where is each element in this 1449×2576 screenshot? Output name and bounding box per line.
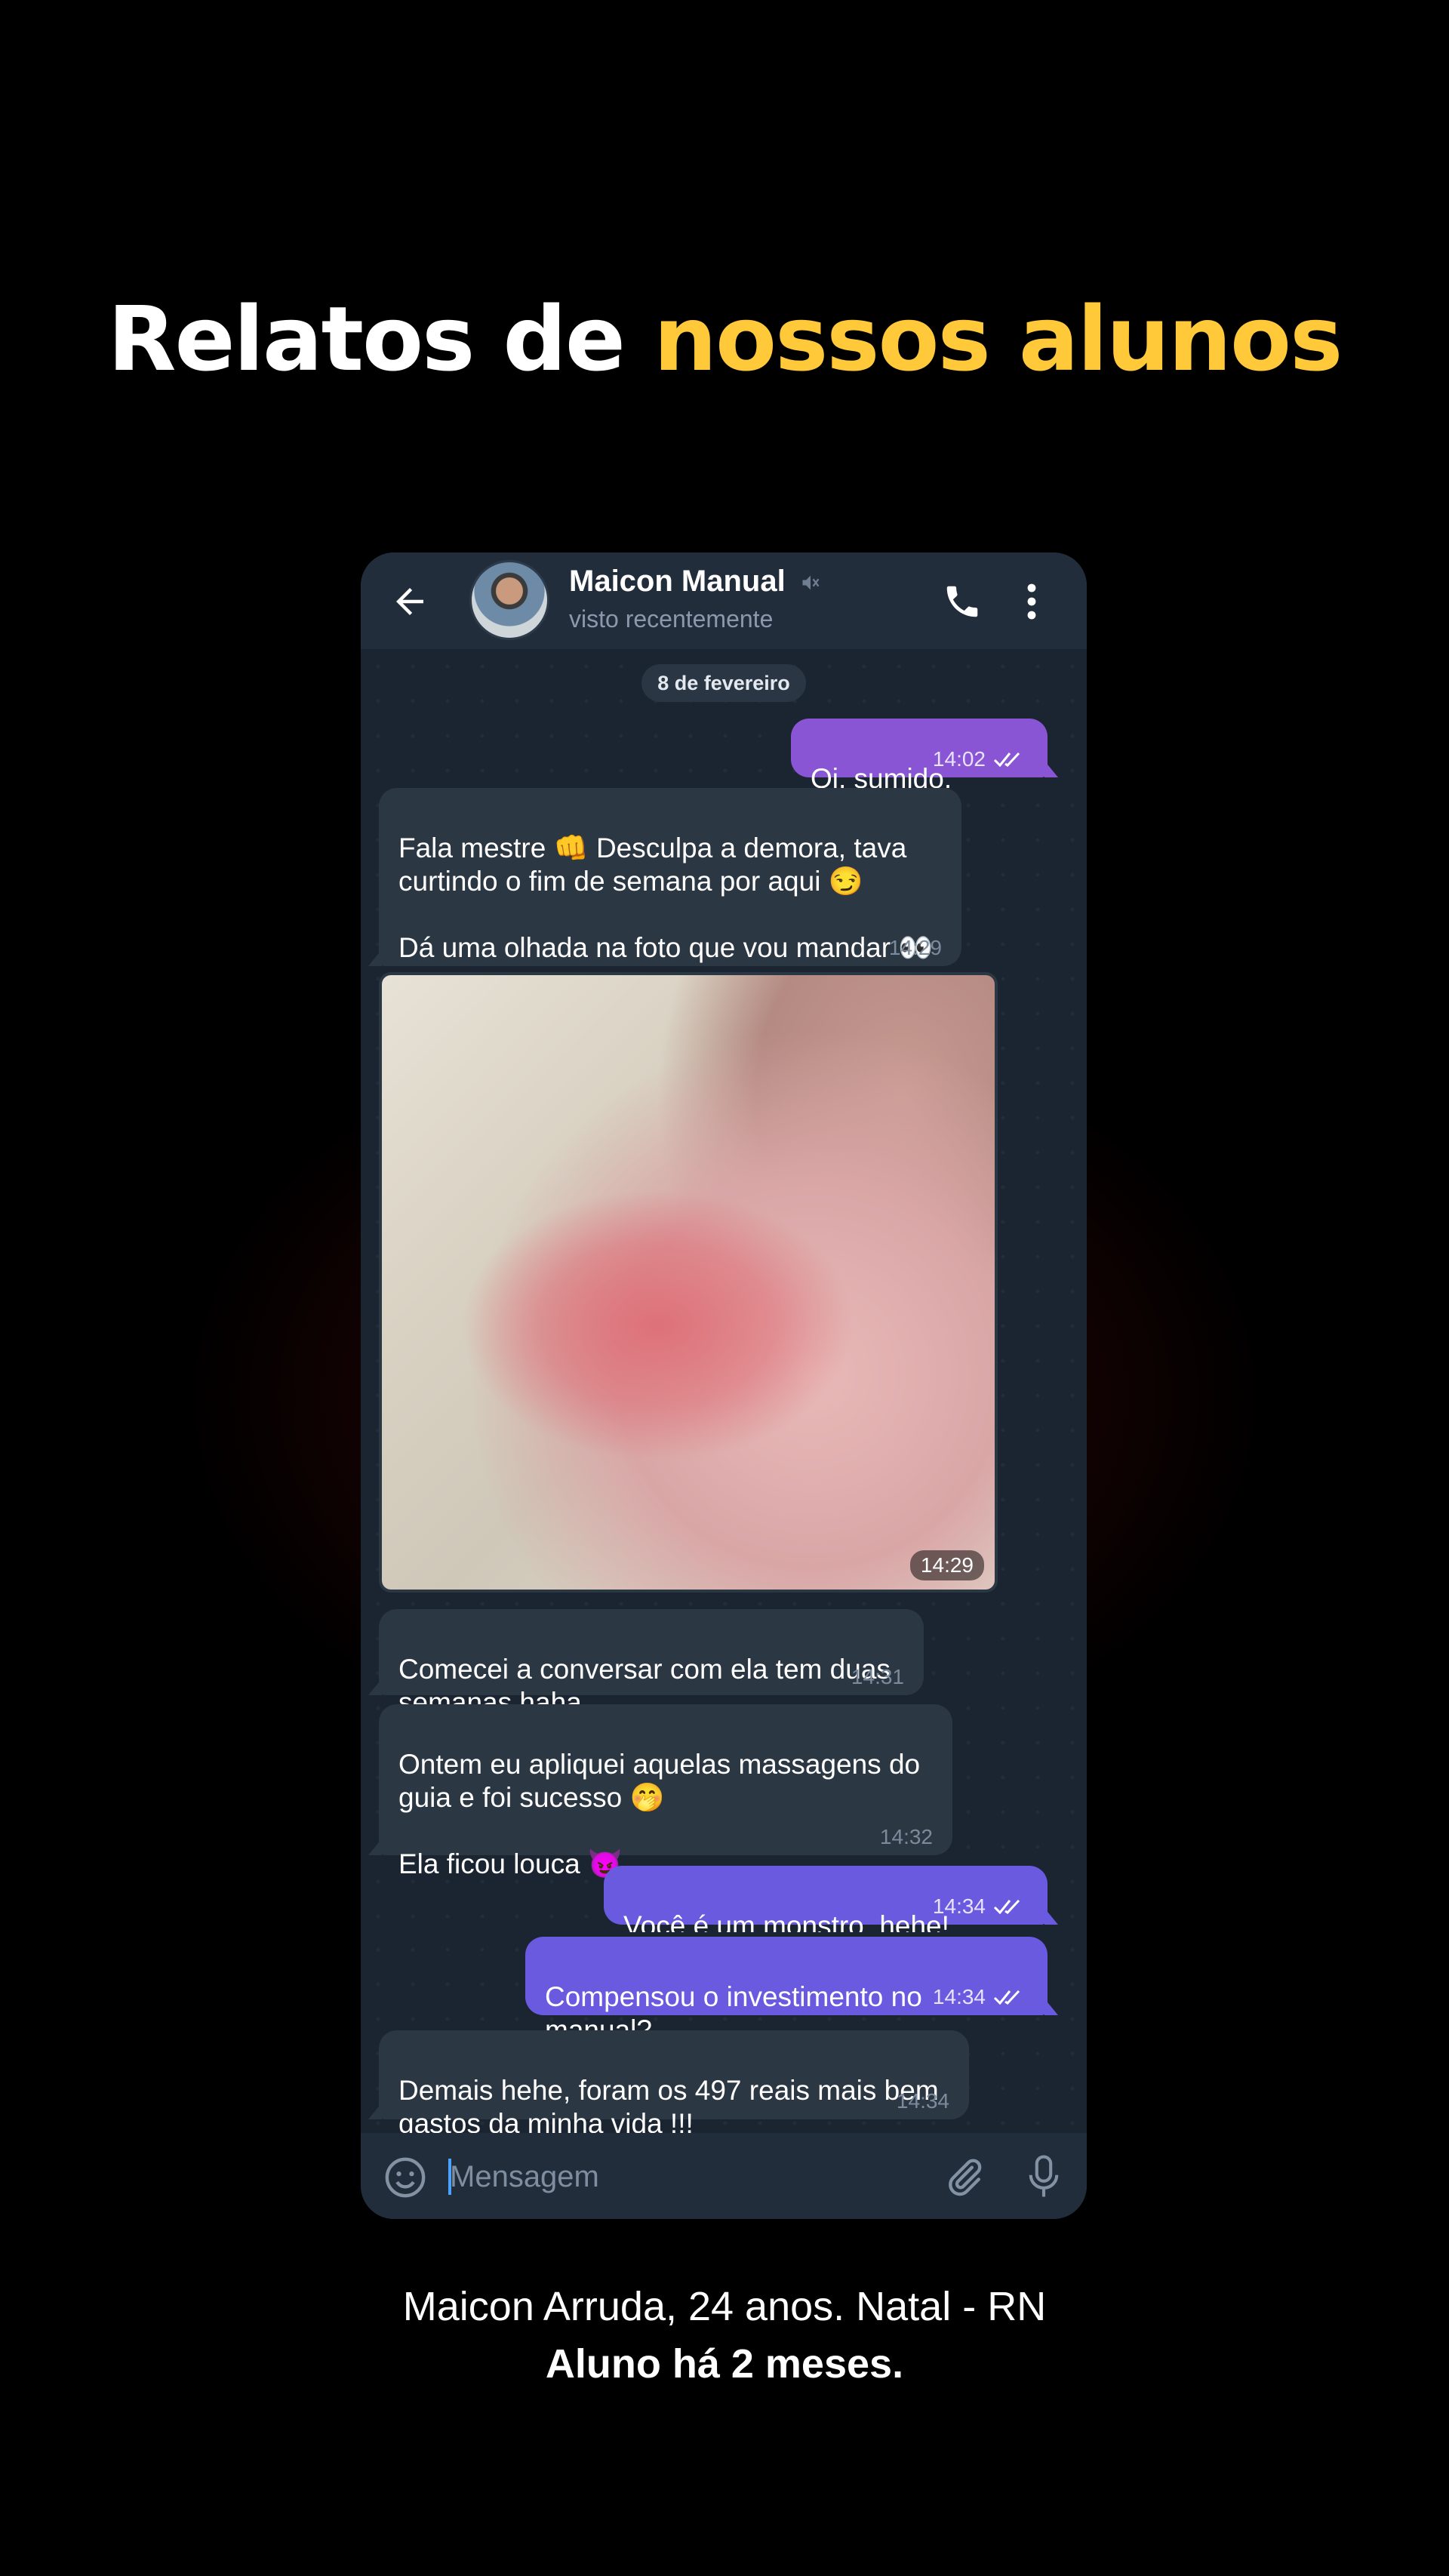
read-receipt-icon <box>993 1899 1020 1915</box>
chat-header: Maicon Manual visto recentemente <box>361 552 1087 649</box>
contact-status: visto recentemente <box>569 605 774 632</box>
read-receipt-icon <box>993 1990 1020 2005</box>
microphone-icon[interactable] <box>1026 2154 1061 2199</box>
attach-icon[interactable] <box>942 2156 986 2199</box>
chat-screenshot: Maicon Manual visto recentemente 8 de fe… <box>361 552 1087 2219</box>
message-text: Fala mestre 👊 Desculpa a demora, tava cu… <box>398 833 934 963</box>
message-list-continued: Compensou o investimento no manual? 14:3… <box>361 1932 1087 2139</box>
emoji-icon[interactable] <box>383 2156 427 2199</box>
more-vert-icon[interactable] <box>1020 581 1043 622</box>
message-photo[interactable]: 14:29 <box>379 972 998 1593</box>
caption-author: Maicon Arruda, 24 anos. Natal - RN <box>402 2284 1047 2329</box>
message-time: 14:34 <box>932 1985 986 2008</box>
message-list: 8 de fevereiro Oi, sumido. 14:02 Fala me… <box>361 649 1087 1941</box>
back-arrow-icon[interactable] <box>389 581 430 622</box>
date-separator: 8 de fevereiro <box>641 664 806 702</box>
read-receipt-icon <box>993 752 1020 768</box>
headline-part1: Relatos de <box>107 287 654 391</box>
message-input[interactable]: Mensagem <box>450 2160 599 2194</box>
headline-part2: nossos alunos <box>654 287 1343 391</box>
muted-icon <box>802 575 820 590</box>
message-time: 14:02 <box>932 747 986 771</box>
testimonial-caption: Maicon Arruda, 24 anos. Natal - RN Aluno… <box>0 2278 1449 2393</box>
message-time: 14:32 <box>879 1825 933 1848</box>
message-time: 14:29 <box>909 1550 984 1580</box>
contact-name[interactable]: Maicon Manual <box>569 565 786 599</box>
message-bubble-incoming[interactable]: Demais hehe, foram os 497 reais mais bem… <box>368 2030 969 2139</box>
message-bubble-incoming[interactable]: Fala mestre 👊 Desculpa a demora, tava cu… <box>368 788 961 966</box>
message-bubble-outgoing[interactable]: Oi, sumido. 14:02 <box>791 719 1058 794</box>
message-bubble-incoming[interactable]: Ontem eu apliquei aquelas massagens do g… <box>368 1704 952 1879</box>
message-composer: Mensagem <box>361 2133 1087 2219</box>
photo-image: 14:29 <box>382 975 995 1590</box>
message-time: 14:34 <box>932 1894 986 1918</box>
message-text: Ontem eu apliquei aquelas massagens do g… <box>398 1749 921 1879</box>
avatar[interactable] <box>469 560 549 640</box>
phone-icon[interactable] <box>942 581 983 622</box>
message-time: 14:34 <box>896 2089 949 2113</box>
page-headline: Relatos de nossos alunos <box>0 287 1449 391</box>
message-bubble-incoming[interactable]: Comecei a conversar com ela tem duas sem… <box>368 1609 924 1718</box>
message-time: 14:31 <box>851 1665 904 1688</box>
message-bubble-outgoing[interactable]: Compensou o investimento no manual? 14:3… <box>525 1937 1058 2045</box>
message-text: Demais hehe, foram os 497 reais mais bem… <box>398 2075 939 2139</box>
message-bubble-outgoing[interactable]: Você é um monstro, hehe! 14:34 <box>604 1866 1058 1941</box>
message-time: 14:29 <box>888 936 942 959</box>
caption-duration: Aluno há 2 meses. <box>545 2341 904 2387</box>
